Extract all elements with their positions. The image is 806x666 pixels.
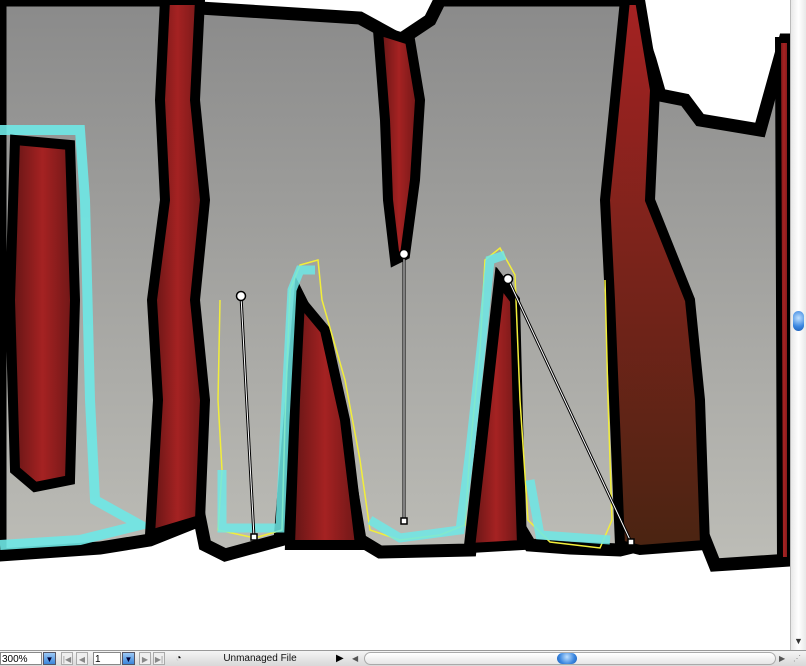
scroll-down-arrow-icon[interactable]: ▼ xyxy=(791,634,806,649)
zoom-dropdown-button[interactable]: ▼ xyxy=(43,652,56,665)
scroll-left-arrow-icon[interactable]: ◀ xyxy=(352,652,362,665)
page-dropdown-button[interactable]: ▼ xyxy=(122,652,135,665)
scroll-right-arrow-icon[interactable]: ▶ xyxy=(779,652,789,665)
status-menu-arrow-icon[interactable]: ▶ xyxy=(336,652,346,665)
vertical-scrollbar[interactable]: ▼ xyxy=(790,0,806,650)
status-bar: 300% ▼ |◀ ◀ 1 ▼ ▶ ▶| ◔ Unmanaged File ▶ … xyxy=(0,650,806,666)
red-oval xyxy=(4,134,81,493)
red-column-edge xyxy=(774,37,793,563)
artboard-canvas[interactable] xyxy=(0,0,797,650)
prev-page-icon[interactable]: ◀ xyxy=(76,652,88,665)
horizontal-scrollbar[interactable] xyxy=(364,652,776,665)
first-page-icon[interactable]: |◀ xyxy=(61,652,73,665)
artwork xyxy=(0,0,797,572)
document-status-icon[interactable]: ◔ xyxy=(172,652,185,665)
page-number-field[interactable]: 1 xyxy=(93,652,121,665)
last-page-icon[interactable]: ▶| xyxy=(153,652,165,665)
red-column-left xyxy=(144,0,211,542)
vertical-scroll-thumb[interactable] xyxy=(793,311,804,331)
status-label: Unmanaged File xyxy=(223,653,297,664)
horizontal-scroll-thumb[interactable] xyxy=(557,653,577,664)
next-page-icon[interactable]: ▶ xyxy=(139,652,151,665)
resize-grip-icon[interactable]: ⋰ xyxy=(793,652,805,665)
zoom-level-field[interactable]: 300% xyxy=(0,652,42,665)
